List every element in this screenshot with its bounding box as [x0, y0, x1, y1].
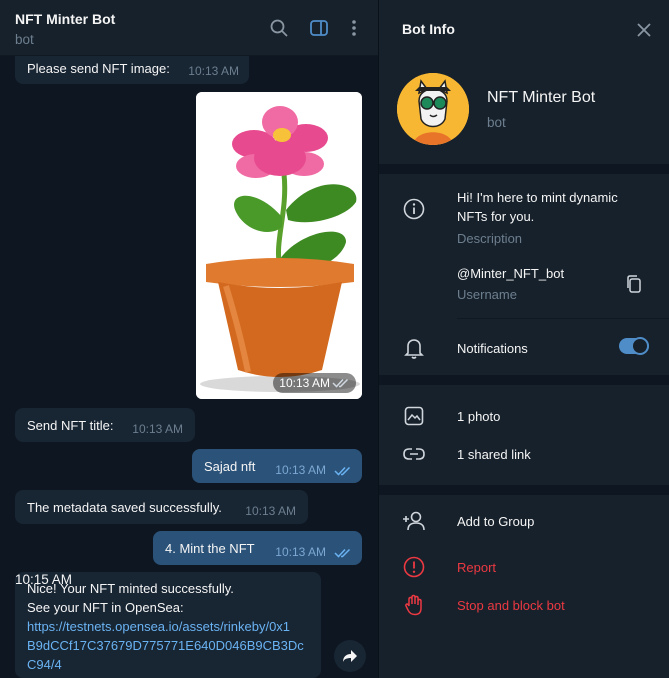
- description-line: NFTs for you.: [457, 209, 535, 224]
- hand-stop-icon: [401, 592, 427, 618]
- more-vertical-icon[interactable]: [343, 17, 365, 39]
- stop-and-block-button[interactable]: Stop and block bot: [457, 598, 565, 613]
- sidebar-toggle-icon[interactable]: [308, 17, 330, 39]
- double-check-icon: [334, 548, 351, 558]
- message-text: Please send NFT image:: [27, 61, 170, 76]
- add-to-group-button[interactable]: Add to Group: [457, 514, 534, 529]
- double-check-icon: [334, 466, 351, 476]
- report-button[interactable]: Report: [457, 560, 496, 575]
- photo-icon: [401, 403, 427, 429]
- bot-info-panel: Bot Info NFT Minter Bot bot Hi! I'm here…: [379, 0, 669, 678]
- message-text: Sajad nft: [204, 459, 256, 474]
- message-text: The metadata saved successfully.: [27, 500, 222, 515]
- chat-title: NFT Minter Bot: [15, 11, 116, 27]
- opensea-link[interactable]: B9dCCf17C37679D775771E640D046B9CB3Dc: [27, 638, 304, 653]
- nft-image-message[interactable]: 10:13 AM: [196, 92, 362, 399]
- shared-links-link[interactable]: 1 shared link: [457, 447, 531, 462]
- forward-button[interactable]: [334, 640, 366, 672]
- message-text: 4. Mint the NFT: [165, 541, 255, 556]
- report-icon: [401, 554, 427, 580]
- message-bubble[interactable]: Sajad nft 10:13 AM: [192, 449, 362, 483]
- username-value[interactable]: @Minter_NFT_bot: [457, 266, 564, 281]
- close-icon[interactable]: [633, 19, 655, 41]
- message-time: 10:13 AM: [275, 463, 326, 477]
- section-separator: [379, 485, 669, 495]
- flower-pot-image: [196, 92, 362, 399]
- search-icon[interactable]: [268, 17, 290, 39]
- bell-icon: [401, 335, 427, 361]
- username-label: Username: [457, 287, 517, 302]
- row-divider: [457, 318, 669, 319]
- bot-name: NFT Minter Bot: [487, 89, 596, 106]
- avatar[interactable]: [397, 73, 469, 145]
- chat-header[interactable]: NFT Minter Bot bot: [0, 0, 378, 56]
- add-user-icon: [401, 508, 427, 534]
- chat-pane: Please send NFT image: 10:13 AM 10:13 AM…: [0, 0, 378, 678]
- message-time: 10:13 AM: [188, 64, 239, 78]
- message-text: See your NFT in OpenSea:: [27, 600, 184, 615]
- notifications-label[interactable]: Notifications: [457, 341, 528, 356]
- link-icon: [401, 441, 427, 467]
- message-text: Send NFT title:: [27, 418, 114, 433]
- toggle-knob: [631, 337, 649, 355]
- message-bubble[interactable]: The metadata saved successfully. 10:13 A…: [15, 490, 308, 524]
- message-bubble[interactable]: 4. Mint the NFT 10:13 AM: [153, 531, 362, 565]
- copy-icon[interactable]: [621, 271, 647, 297]
- forward-arrow-icon: [343, 650, 357, 662]
- message-time: 10:13 AM: [275, 545, 326, 559]
- opensea-link[interactable]: https://testnets.opensea.io/assets/rinke…: [27, 619, 290, 634]
- description-line: Hi! I'm here to mint dynamic: [457, 190, 618, 205]
- chat-subtitle: bot: [15, 32, 34, 47]
- double-check-icon: [332, 378, 349, 388]
- info-icon: [401, 196, 427, 222]
- message-text: Nice! Your NFT minted successfully.: [27, 581, 234, 596]
- section-separator: [379, 375, 669, 385]
- panel-title: Bot Info: [402, 21, 455, 37]
- bot-subtitle: bot: [487, 115, 506, 130]
- opensea-link[interactable]: C94/4: [27, 657, 62, 672]
- message-bubble[interactable]: Send NFT title: 10:13 AM: [15, 408, 195, 442]
- description-label: Description: [457, 231, 523, 246]
- photos-link[interactable]: 1 photo: [457, 409, 500, 424]
- message-bubble[interactable]: Nice! Your NFT minted successfully. See …: [15, 572, 321, 678]
- notifications-toggle[interactable]: [619, 337, 649, 355]
- message-time: 10:13 AM: [132, 422, 183, 436]
- section-separator: [379, 164, 669, 174]
- message-time: 10:13 AM: [245, 504, 296, 518]
